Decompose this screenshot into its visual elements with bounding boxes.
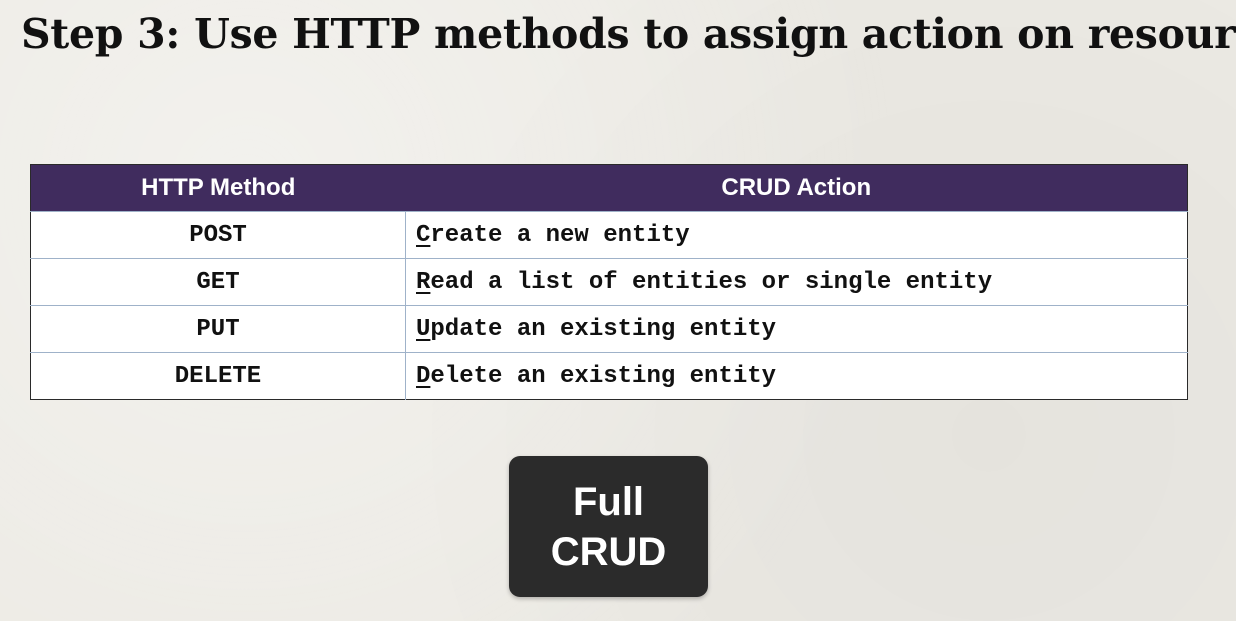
action-text: elete an existing entity xyxy=(430,362,777,390)
method-cell-post: POST xyxy=(30,211,406,259)
badge-line-crud: CRUD xyxy=(550,529,667,574)
table-header-row: HTTP Method CRUD Action xyxy=(30,164,1188,212)
badge-line-full: Full xyxy=(572,479,645,524)
table-row: GET Read a list of entities or single en… xyxy=(30,258,1188,306)
table-header: HTTP Method CRUD Action xyxy=(30,164,1188,212)
table-row: PUT Update an existing entity xyxy=(30,305,1188,353)
action-text: pdate an existing entity xyxy=(430,315,777,343)
action-cell-read: Read a list of entities or single entity xyxy=(405,258,1188,306)
slide-title: Step 3: Use HTTP methods to assign actio… xyxy=(21,10,1236,58)
table-body: POST Create a new entity GET Read a list… xyxy=(30,211,1188,400)
action-initial: U xyxy=(416,315,431,343)
action-cell-delete: Delete an existing entity xyxy=(405,352,1188,400)
table-row: DELETE Delete an existing entity xyxy=(30,352,1188,400)
http-crud-table: HTTP Method CRUD Action POST Create a ne… xyxy=(30,164,1188,400)
table-row: POST Create a new entity xyxy=(30,211,1188,259)
action-text: reate a new entity xyxy=(430,221,690,249)
full-crud-badge: Full CRUD xyxy=(509,456,708,597)
action-text: ead a list of entities or single entity xyxy=(430,268,993,296)
method-cell-delete: DELETE xyxy=(30,352,406,400)
column-header-crud-action: CRUD Action xyxy=(721,174,872,201)
action-cell-update: Update an existing entity xyxy=(405,305,1188,353)
method-cell-put: PUT xyxy=(30,305,406,353)
action-initial: D xyxy=(416,362,431,390)
action-cell-create: Create a new entity xyxy=(405,211,1188,259)
column-header-http-method: HTTP Method xyxy=(141,174,296,201)
method-cell-get: GET xyxy=(30,258,406,306)
action-initial: C xyxy=(416,221,431,249)
action-initial: R xyxy=(416,268,431,296)
